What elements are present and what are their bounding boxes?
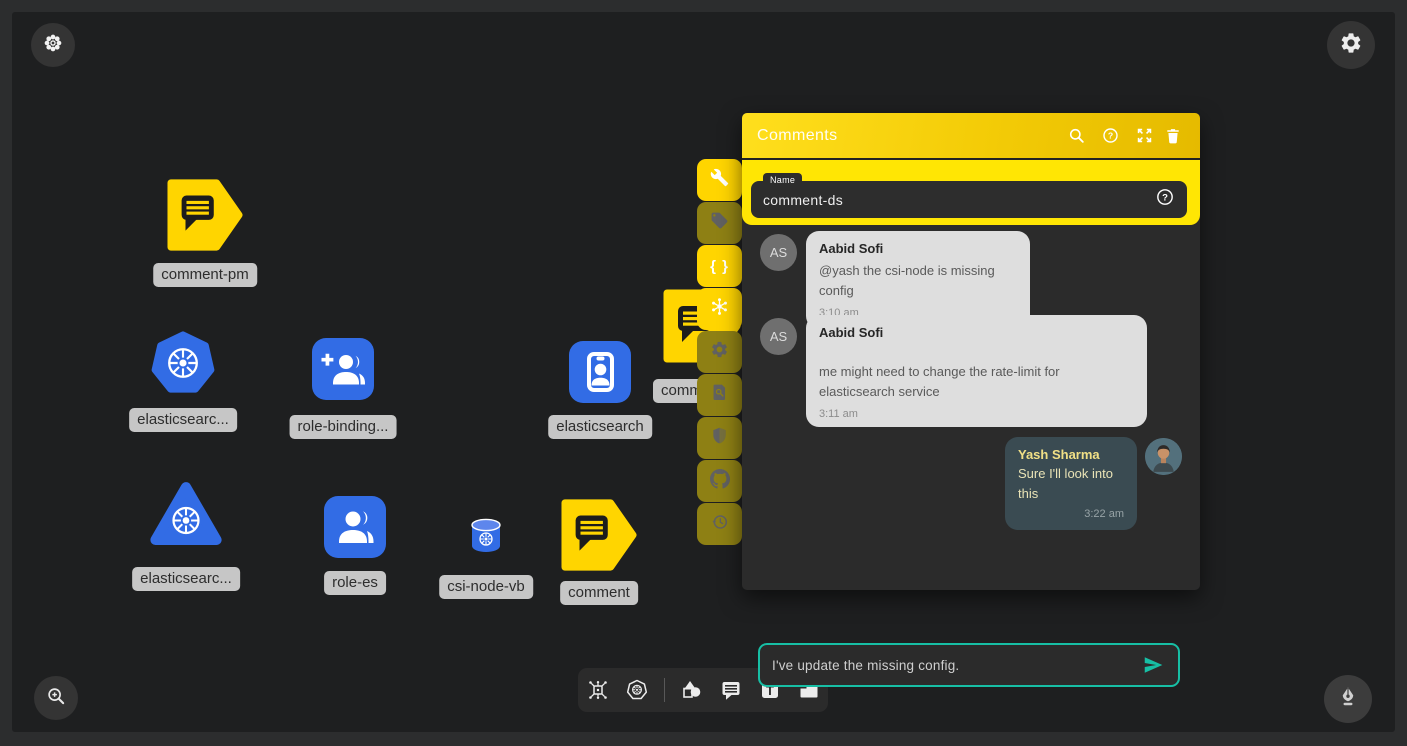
comment-message: Aabid Sofi me might need to change the r…	[806, 315, 1147, 427]
history-tool-button[interactable]	[697, 503, 742, 545]
node-label: role-binding...	[290, 415, 397, 439]
panel-title: Comments	[757, 127, 1059, 145]
kubernetes-heptagon-icon	[151, 331, 215, 395]
avatar-photo	[1145, 438, 1182, 475]
app-window: comment-pm elasticsearc... role-bindin	[0, 0, 1407, 746]
comments-thread: AS Aabid Sofi @yash the csi-node is miss…	[742, 225, 1200, 588]
comments-panel-header[interactable]: Comments ?	[742, 113, 1200, 158]
shield-icon	[710, 426, 729, 450]
app-logo-button[interactable]	[31, 23, 75, 67]
node-elasticsearch-triangle[interactable]: elasticsearc...	[149, 480, 223, 553]
svg-text:?: ?	[1162, 193, 1168, 204]
node-label: elasticsearc...	[132, 567, 240, 591]
node-label: elasticsearc...	[129, 408, 237, 432]
settings-tool-button[interactable]	[697, 331, 742, 373]
csi-cylinder-icon	[469, 517, 503, 557]
node-elasticsearch-heptagon[interactable]: elasticsearc...	[151, 331, 215, 400]
node-comment[interactable]: comment	[561, 498, 637, 577]
search-icon[interactable]	[1059, 126, 1093, 145]
configure-tool-button[interactable]	[697, 159, 742, 201]
node-elasticsearch-serviceaccount[interactable]: elasticsearch	[569, 341, 631, 408]
message-author: Aabid Sofi	[819, 241, 1017, 256]
validate-tool-button[interactable]	[697, 374, 742, 416]
config-json-button[interactable]: { }	[697, 245, 742, 287]
comment-tool-icon[interactable]	[719, 678, 743, 702]
design-canvas[interactable]: comment-pm elasticsearc... role-bindin	[12, 12, 1395, 732]
name-field[interactable]: ?	[751, 181, 1187, 218]
role-icon	[324, 496, 386, 558]
github-icon	[710, 469, 730, 494]
settings-button[interactable]	[1327, 21, 1375, 69]
flower-logo-icon	[42, 32, 64, 59]
mesh-hub-icon	[709, 296, 730, 322]
message-text: me might need to change the rate-limit f…	[819, 362, 1134, 402]
braces-icon: { }	[710, 258, 729, 275]
user-photo	[1145, 438, 1182, 475]
gear-icon	[710, 340, 729, 364]
name-field-label: Name	[763, 173, 802, 188]
help-icon[interactable]: ?	[1093, 126, 1127, 145]
avatar: AS	[760, 318, 797, 355]
message-text: @yash the csi-node is missing config	[819, 261, 1017, 301]
security-tool-button[interactable]	[697, 417, 742, 459]
shapes-icon[interactable]	[680, 678, 704, 702]
node-role-es[interactable]: role-es	[324, 496, 386, 563]
comment-input[interactable]	[772, 658, 1140, 673]
fullscreen-icon[interactable]	[1127, 126, 1161, 145]
avatar: AS	[760, 234, 797, 271]
service-account-badge-icon	[569, 341, 631, 403]
node-action-toolbar: { }	[697, 159, 742, 546]
comment-input-wrap[interactable]	[758, 643, 1180, 687]
tag-tool-button[interactable]	[697, 202, 742, 244]
delete-icon[interactable]	[1161, 127, 1185, 145]
doc-search-icon	[710, 383, 729, 407]
zoom-button[interactable]	[34, 676, 78, 720]
name-section: ? Name	[742, 158, 1200, 225]
comment-message-own: Yash Sharma Sure I'll look into this 3:2…	[1005, 437, 1137, 530]
gear-icon	[1339, 31, 1363, 60]
send-icon[interactable]	[1140, 654, 1166, 676]
toolbar-divider	[664, 678, 665, 702]
kubernetes-icon[interactable]	[625, 678, 649, 702]
pen-tool-button[interactable]	[1324, 675, 1372, 723]
node-label: elasticsearch	[548, 415, 652, 439]
message-author: Yash Sharma	[1018, 447, 1124, 462]
tag-icon	[710, 211, 729, 235]
wrench-icon	[710, 168, 729, 192]
message-text: Sure I'll look into this	[1018, 464, 1124, 504]
comments-panel: Comments ?	[742, 113, 1200, 590]
svg-text:?: ?	[1107, 131, 1112, 141]
message-author: Aabid Sofi	[819, 325, 1134, 340]
message-time: 3:22 am	[1018, 508, 1124, 520]
node-label: role-es	[324, 571, 386, 595]
kubernetes-triangle-icon	[149, 480, 223, 548]
mesh-tool-button[interactable]	[697, 288, 742, 330]
node-role-binding[interactable]: role-binding...	[312, 338, 374, 405]
history-icon	[710, 512, 730, 537]
github-tool-button[interactable]	[697, 460, 742, 502]
node-label: comment-pm	[153, 263, 257, 287]
comment-shape-icon	[167, 178, 243, 252]
node-label: comment	[560, 581, 638, 605]
name-input[interactable]	[763, 192, 1155, 208]
message-time: 3:11 am	[819, 408, 1134, 420]
node-csi-node-vb[interactable]: csi-node-vb	[469, 517, 503, 562]
zoom-in-icon	[45, 685, 67, 712]
node-comment-pm[interactable]: comment-pm	[167, 178, 243, 257]
role-binding-icon	[312, 338, 374, 400]
comment-shape-icon	[561, 498, 637, 572]
pen-nib-icon	[1336, 685, 1360, 714]
field-help-icon[interactable]: ?	[1155, 187, 1175, 212]
circuit-icon[interactable]	[586, 678, 610, 702]
node-label: csi-node-vb	[439, 575, 533, 599]
